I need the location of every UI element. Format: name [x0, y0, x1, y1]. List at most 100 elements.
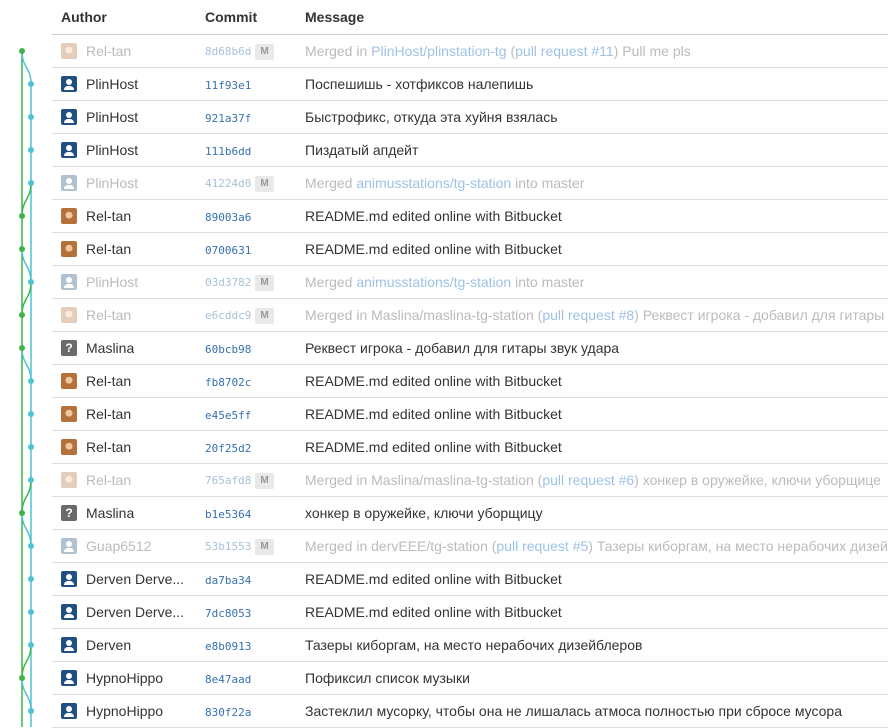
graph-connector: [21, 677, 32, 712]
commit-row[interactable]: PlinHost 41224d0 M Merged animusstations/tg…: [52, 166, 888, 200]
author-name[interactable]: PlinHost: [86, 142, 138, 158]
commit-row[interactable]: Derven Derve... 7dc8053 README.md edited o…: [52, 595, 888, 629]
commit-hash-link[interactable]: 830f22a: [205, 706, 251, 719]
commit-row[interactable]: Rel-tan e45e5ff README.md edited online wi…: [52, 397, 888, 431]
commit-row[interactable]: Derven e8b0913 Тазеры киборгам, на место н…: [52, 628, 888, 662]
author-name[interactable]: Rel-tan: [86, 208, 131, 224]
commit-hash-link[interactable]: 89003a6: [205, 211, 251, 224]
author-name[interactable]: Derven Derve...: [86, 571, 184, 587]
message-text: README.md edited online with Bitbucket: [305, 208, 562, 224]
author-name[interactable]: Rel-tan: [86, 307, 131, 323]
commit-row[interactable]: Rel-tan 89003a6 README.md edited online wi…: [52, 199, 888, 233]
commit-hash-link[interactable]: 20f25d2: [205, 442, 251, 455]
author-name[interactable]: Derven: [86, 637, 131, 653]
default-user-avatar-icon[interactable]: [61, 571, 77, 587]
author-name[interactable]: Guap6512: [86, 538, 151, 554]
unknown-user-avatar-icon[interactable]: ?: [61, 340, 77, 356]
author-name[interactable]: Rel-tan: [86, 472, 131, 488]
commit-row[interactable]: Derven Derve... da7ba34 README.md edited o…: [52, 562, 888, 596]
author-name[interactable]: Derven Derve...: [86, 604, 184, 620]
commit-row[interactable]: Rel-tan 765afd8 M Merged in Maslina/maslina…: [52, 463, 888, 497]
user-photo-avatar[interactable]: [61, 406, 77, 422]
commit-row[interactable]: Rel-tan 20f25d2 README.md edited online wi…: [52, 430, 888, 464]
author-name[interactable]: Rel-tan: [86, 241, 131, 257]
author-name[interactable]: Maslina: [86, 505, 134, 521]
commit-hash-link[interactable]: 53b1553: [205, 540, 251, 553]
author-cell: HypnoHippo: [52, 694, 205, 728]
author-name[interactable]: PlinHost: [86, 274, 138, 290]
default-user-avatar-icon[interactable]: [61, 142, 77, 158]
user-photo-avatar[interactable]: [61, 439, 77, 455]
default-user-avatar-icon[interactable]: [61, 538, 77, 554]
author-cell: ? Maslina: [52, 496, 205, 530]
message-link[interactable]: animusstations/tg-station: [356, 175, 511, 191]
message-text: Реквест игрока - добавил для гитары звук…: [305, 340, 620, 356]
commit-row[interactable]: PlinHost 921a37f Быстрофикс, откуда эта ху…: [52, 100, 888, 134]
commit-row[interactable]: Rel-tan 0700631 README.md edited online wi…: [52, 232, 888, 266]
user-photo-avatar[interactable]: [61, 307, 77, 323]
commit-row[interactable]: PlinHost 11f93e1 Поспешишь - хотфиксов нал…: [52, 67, 888, 101]
commit-row[interactable]: HypnoHippo 8e47aad Пофиксил список музыки: [52, 661, 888, 695]
author-name[interactable]: Maslina: [86, 340, 134, 356]
commit-hash-link[interactable]: e6cddc9: [205, 309, 251, 322]
commit-hash-link[interactable]: 8d68b6d: [205, 45, 251, 58]
author-name[interactable]: Rel-tan: [86, 373, 131, 389]
commit-hash-link[interactable]: 921a37f: [205, 112, 251, 125]
commit-hash-link[interactable]: fb8702c: [205, 376, 251, 389]
default-user-avatar-icon[interactable]: [61, 670, 77, 686]
message-link[interactable]: pull request #8: [542, 307, 634, 323]
commit-row[interactable]: ? Maslina 60bcb98 Реквест игрока - добавил …: [52, 331, 888, 365]
default-user-avatar-icon[interactable]: [61, 703, 77, 719]
user-photo-avatar[interactable]: [61, 208, 77, 224]
commit-row[interactable]: Rel-tan 8d68b6d M Merged in PlinHost/plinst…: [52, 34, 888, 68]
commit-hash-link[interactable]: e45e5ff: [205, 409, 251, 422]
commit-hash-link[interactable]: e8b0913: [205, 640, 251, 653]
commit-row[interactable]: PlinHost 03d3782 M Merged animusstations/tg…: [52, 265, 888, 299]
author: PlinHost: [61, 109, 205, 125]
default-user-avatar-icon[interactable]: [61, 175, 77, 191]
message-link[interactable]: pull request #11: [515, 43, 614, 59]
message-link[interactable]: pull request #5: [496, 538, 588, 554]
user-photo-avatar[interactable]: [61, 472, 77, 488]
message-cell: Merged in Maslina/maslina-tg-station (pu…: [305, 298, 888, 332]
author-name[interactable]: Rel-tan: [86, 439, 131, 455]
default-user-avatar-icon[interactable]: [61, 604, 77, 620]
author-name[interactable]: HypnoHippo: [86, 703, 163, 719]
default-user-avatar-icon[interactable]: [61, 274, 77, 290]
commit-row[interactable]: HypnoHippo 830f22a Застеклил мусорку, чтоб…: [52, 694, 888, 728]
commit-hash-link[interactable]: 8e47aad: [205, 673, 251, 686]
author-name[interactable]: PlinHost: [86, 76, 138, 92]
commit-hash-link[interactable]: da7ba34: [205, 574, 251, 587]
commit-hash-link[interactable]: 41224d0: [205, 177, 251, 190]
user-photo-avatar[interactable]: [61, 43, 77, 59]
commit-hash-link[interactable]: b1e5364: [205, 508, 251, 521]
author-name[interactable]: HypnoHippo: [86, 670, 163, 686]
message-link[interactable]: animusstations/tg-station: [356, 274, 511, 290]
commit-hash-link[interactable]: 111b6dd: [205, 145, 251, 158]
author-name[interactable]: Rel-tan: [86, 43, 131, 59]
commit-row[interactable]: ? Maslina b1e5364 хонкер в оружейке, ключи …: [52, 496, 888, 530]
default-user-avatar-icon[interactable]: [61, 109, 77, 125]
commit-row[interactable]: PlinHost 111b6dd Пиздатый апдейт: [52, 133, 888, 167]
commit-hash-link[interactable]: 03d3782: [205, 276, 251, 289]
default-user-avatar-icon[interactable]: [61, 637, 77, 653]
unknown-user-avatar-icon[interactable]: ?: [61, 505, 77, 521]
commit-cell: 7dc8053: [205, 595, 305, 629]
commit-hash-link[interactable]: 60bcb98: [205, 343, 251, 356]
message-link[interactable]: PlinHost/plinstation-tg: [371, 43, 506, 59]
commit-row[interactable]: Guap6512 53b1553 M Merged in dervEEE/tg-sta…: [52, 529, 888, 563]
commit-hash-link[interactable]: 0700631: [205, 244, 251, 257]
user-photo-avatar[interactable]: [61, 241, 77, 257]
commit-hash-link[interactable]: 7dc8053: [205, 607, 251, 620]
author-name[interactable]: Rel-tan: [86, 406, 131, 422]
commit-hash-link[interactable]: 765afd8: [205, 474, 251, 487]
user-photo-avatar[interactable]: [61, 373, 77, 389]
commit-row[interactable]: Rel-tan e6cddc9 M Merged in Maslina/maslina…: [52, 298, 888, 332]
message-cell: хонкер в оружейке, ключи уборщицу: [305, 496, 888, 530]
default-user-avatar-icon[interactable]: [61, 76, 77, 92]
author-name[interactable]: PlinHost: [86, 109, 138, 125]
commit-hash-link[interactable]: 11f93e1: [205, 79, 251, 92]
message-link[interactable]: pull request #6: [542, 472, 634, 488]
author-name[interactable]: PlinHost: [86, 175, 138, 191]
commit-row[interactable]: Rel-tan fb8702c README.md edited online wi…: [52, 364, 888, 398]
